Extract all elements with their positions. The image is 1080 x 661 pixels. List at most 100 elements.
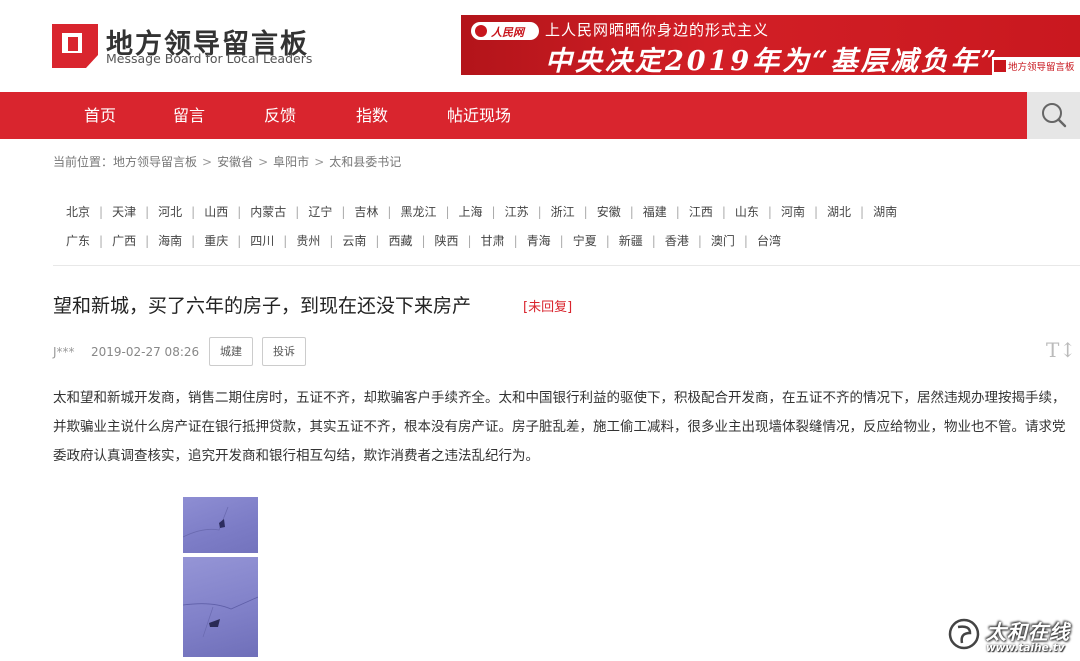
province-separator: | <box>467 234 472 248</box>
province-link[interactable]: 浙江 <box>551 203 575 220</box>
promo-banner[interactable]: 人民网 上人民网晒晒你身边的形式主义 中央决定2019年为“基层减负年” 地方领… <box>461 15 1080 75</box>
province-link[interactable]: 四川 <box>250 232 274 249</box>
post-body-paragraph: 太和望和新城开发商，销售二期住房时，五证不齐，却欺骗客户手续齐全。太和中国银行利… <box>53 390 1066 406</box>
banner-logo: 人民网 <box>471 22 539 40</box>
breadcrumb-item-leader[interactable]: 太和县委书记 <box>329 155 401 169</box>
province-separator: | <box>99 234 104 248</box>
site-name-en: Message Board for Local Leaders <box>106 51 313 66</box>
breadcrumb-separator: > <box>258 155 269 169</box>
province-separator: | <box>329 234 334 248</box>
province-link[interactable]: 山东 <box>735 203 759 220</box>
breadcrumb-prefix: 当前位置： <box>53 155 114 169</box>
province-separator: | <box>341 205 346 219</box>
tag-urban-construction[interactable]: 城建 <box>209 337 253 366</box>
province-link[interactable]: 西藏 <box>388 232 412 249</box>
province-link[interactable]: 北京 <box>66 203 90 220</box>
province-separator: | <box>145 234 150 248</box>
font-size-toggle-icon[interactable]: T↕ <box>1046 338 1076 362</box>
search-icon <box>1042 103 1067 128</box>
post-photo-2[interactable] <box>182 557 259 657</box>
province-separator: | <box>375 234 380 248</box>
province-link[interactable]: 辽宁 <box>308 203 332 220</box>
province-separator: | <box>697 234 702 248</box>
wall-crack-image <box>182 596 259 638</box>
province-link[interactable]: 湖南 <box>873 203 897 220</box>
post-author: J*** <box>53 345 75 359</box>
banner-badge-icon <box>994 60 1006 72</box>
province-link[interactable]: 广东 <box>66 232 90 249</box>
province-separator: | <box>675 205 680 219</box>
province-separator: | <box>743 234 748 248</box>
province-link[interactable]: 江西 <box>689 203 713 220</box>
watermark-text: 太和在线 <box>986 620 1070 644</box>
banner-badge-text: 地方领导留言板 <box>1008 62 1075 73</box>
province-separator: | <box>767 205 772 219</box>
province-link[interactable]: 河北 <box>158 203 182 220</box>
breadcrumb-separator: > <box>202 155 213 169</box>
site-header: 地方领导留言板 Message Board for Local Leaders … <box>0 0 1080 92</box>
province-link[interactable]: 吉林 <box>354 203 378 220</box>
province-separator: | <box>605 234 610 248</box>
nav-item-home[interactable]: 首页 <box>84 92 116 139</box>
banner-logo-icon <box>475 25 487 37</box>
province-list-row-2: 广东 | 广西 | 海南 | 重庆 | 四川 | 贵州 | 云南 | 西藏 | 陕西 | 甘肃 | 青海 | 宁夏 | 新疆 | 香… <box>66 232 781 249</box>
province-link[interactable]: 江苏 <box>505 203 529 220</box>
province-link[interactable]: 内蒙古 <box>250 203 286 220</box>
nav-item-index[interactable]: 指数 <box>356 92 388 139</box>
province-link[interactable]: 新疆 <box>619 232 643 249</box>
nav-item-messages[interactable]: 留言 <box>173 92 205 139</box>
nav-item-feedback[interactable]: 反馈 <box>264 92 296 139</box>
province-link[interactable]: 河南 <box>781 203 805 220</box>
breadcrumb-item-city[interactable]: 阜阳市 <box>273 155 309 169</box>
province-separator: | <box>191 234 196 248</box>
province-link[interactable]: 贵州 <box>296 232 320 249</box>
reply-status-badge: [未回复] <box>523 300 573 315</box>
province-link[interactable]: 天津 <box>112 203 136 220</box>
province-link[interactable]: 安徽 <box>597 203 621 220</box>
province-link[interactable]: 上海 <box>459 203 483 220</box>
banner-badge: 地方领导留言板 <box>992 57 1080 75</box>
province-separator: | <box>445 205 450 219</box>
post-body-paragraph: 并欺骗业主说什么房产证在银行抵押贷款，其实五证不齐，根本没有房产证。房子脏乱差，… <box>53 419 1066 435</box>
search-button[interactable] <box>1027 92 1080 139</box>
province-link[interactable]: 广西 <box>112 232 136 249</box>
watermark-url: www.taihe.tv <box>986 642 1065 654</box>
province-link[interactable]: 福建 <box>643 203 667 220</box>
logo-icon[interactable] <box>52 24 98 68</box>
section-divider <box>53 265 1080 266</box>
province-link[interactable]: 青海 <box>527 232 551 249</box>
province-link[interactable]: 黑龙江 <box>400 203 436 220</box>
post-photo-1[interactable] <box>182 497 258 553</box>
tag-complaint[interactable]: 投诉 <box>262 337 306 366</box>
breadcrumb-item-site[interactable]: 地方领导留言板 <box>113 155 197 169</box>
breadcrumb-separator: > <box>314 155 325 169</box>
province-link[interactable]: 台湾 <box>757 232 781 249</box>
post-body-paragraph: 委政府认真调查核实，追究开发商和银行相互勾结，欺诈消费者之违法乱纪行为。 <box>53 448 539 464</box>
province-link[interactable]: 山西 <box>204 203 228 220</box>
post-body: 太和望和新城开发商，销售二期住房时，五证不齐，却欺骗客户手续齐全。太和中国银行利… <box>53 384 1080 471</box>
breadcrumb-item-province[interactable]: 安徽省 <box>217 155 253 169</box>
post-title: 望和新城，买了六年的房子，到现在还没下来房产 <box>53 295 472 317</box>
province-separator: | <box>283 234 288 248</box>
province-separator: | <box>145 205 150 219</box>
province-separator: | <box>99 205 104 219</box>
province-link[interactable]: 重庆 <box>204 232 228 249</box>
wall-crack-image <box>182 506 229 538</box>
province-list-row-1: 北京 | 天津 | 河北 | 山西 | 内蒙古 | 辽宁 | 吉林 | 黑龙江 | 上海 | 江苏 | 浙江 | 安徽 | 福建… <box>66 203 897 220</box>
province-separator: | <box>513 234 518 248</box>
nav-item-onsite[interactable]: 帖近现场 <box>447 92 511 139</box>
province-separator: | <box>387 205 392 219</box>
province-separator: | <box>421 234 426 248</box>
province-link[interactable]: 湖北 <box>827 203 851 220</box>
province-link[interactable]: 甘肃 <box>481 232 505 249</box>
province-separator: | <box>651 234 656 248</box>
province-link[interactable]: 云南 <box>342 232 366 249</box>
province-link[interactable]: 澳门 <box>711 232 735 249</box>
province-link[interactable]: 陕西 <box>435 232 459 249</box>
province-link[interactable]: 宁夏 <box>573 232 597 249</box>
province-separator: | <box>237 205 242 219</box>
province-link[interactable]: 海南 <box>158 232 182 249</box>
province-separator: | <box>813 205 818 219</box>
province-separator: | <box>559 234 564 248</box>
province-link[interactable]: 香港 <box>665 232 689 249</box>
